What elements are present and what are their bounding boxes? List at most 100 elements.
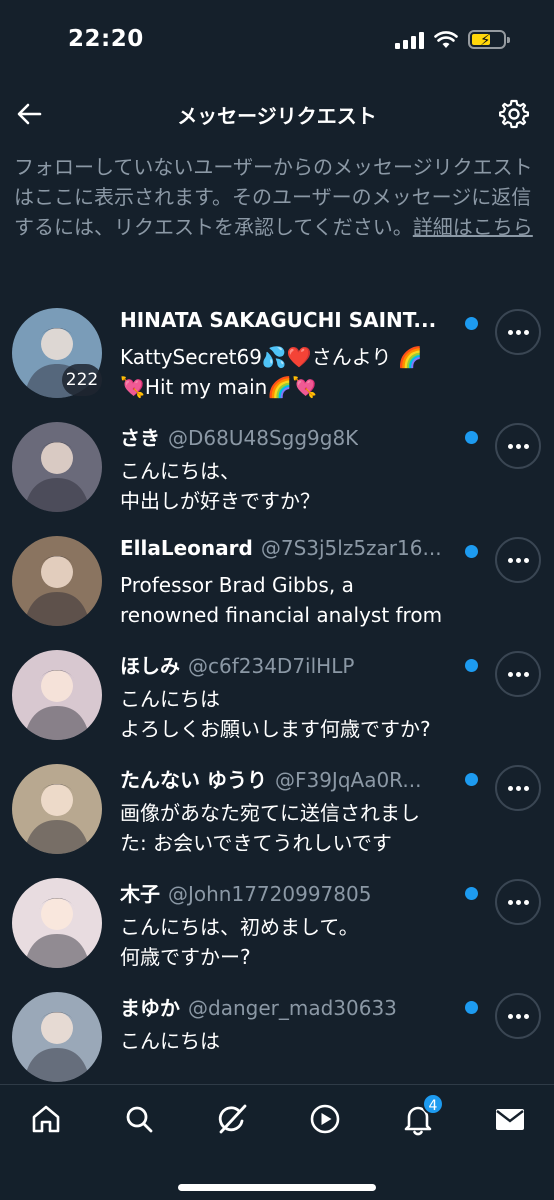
avatar-image xyxy=(12,878,102,968)
request-list: 222 HINATA SAKAGUCHI SAINT... KattySecre… xyxy=(0,300,554,1098)
intro-text: フォローしていないユーザーからのメッセージリクエストはここに表示されます。そのユ… xyxy=(14,152,540,242)
request-row[interactable]: まゆか @danger_mad30633 こんにちは xyxy=(0,984,554,1098)
sender-handle: @John17720997805 xyxy=(168,882,372,906)
request-row[interactable]: 222 HINATA SAKAGUCHI SAINT... KattySecre… xyxy=(0,300,554,414)
request-text: たんない ゆうり @F39JqAa0R... 画像があなた宛てに送信されまし た… xyxy=(120,764,470,858)
sender-name: 木子 xyxy=(120,882,160,906)
avatar-image xyxy=(12,650,102,740)
sender-handle: @danger_mad30633 xyxy=(188,996,397,1020)
more-options-button[interactable] xyxy=(495,423,541,469)
message-line-1: KattySecret69💦❤️さんより 🌈 xyxy=(120,345,423,369)
sender-handle: @c6f234D7ilHLP xyxy=(188,654,355,678)
more-options-button[interactable] xyxy=(495,879,541,925)
message-preview: KattySecret69💦❤️さんより 🌈 💘Hit my main🌈💘 xyxy=(120,342,470,402)
avatar-image xyxy=(12,764,102,854)
sender-handle: @D68U48Sgg9g8K xyxy=(168,426,359,450)
request-text: さき @D68U48Sgg9g8K こんにちは、 中出しが好きですか？ xyxy=(120,422,470,516)
nav-messages[interactable] xyxy=(488,1097,532,1141)
unread-dot xyxy=(465,545,478,558)
message-line-2: よろしくお願いします何歳ですか? xyxy=(120,717,431,741)
avatar-image xyxy=(12,536,102,626)
nav-notifications[interactable]: 4 xyxy=(396,1093,444,1141)
request-header: 木子 @John17720997805 xyxy=(120,878,470,912)
unread-dot xyxy=(465,317,478,330)
request-row[interactable]: ほしみ @c6f234D7ilHLP こんにちは よろしくお願いします何歳ですか… xyxy=(0,642,554,756)
notification-badge: 4 xyxy=(422,1093,444,1115)
grok-icon xyxy=(218,1104,247,1134)
avatar[interactable] xyxy=(12,764,102,854)
avatar[interactable] xyxy=(12,536,102,626)
message-preview: こんにちは よろしくお願いします何歳ですか? xyxy=(120,684,470,744)
message-preview: Professor Brad Gibbs, a renowned financi… xyxy=(120,570,470,630)
page-title: メッセージリクエスト xyxy=(177,104,377,128)
sender-name: ほしみ xyxy=(120,654,180,678)
sender-handle: @F39JqAa0R... xyxy=(274,768,422,792)
request-row[interactable]: 木子 @John17720997805 こんにちは、初めまして。 何歳ですかー? xyxy=(0,870,554,984)
message-line-2: 何歳ですかー? xyxy=(120,945,251,969)
request-header: たんない ゆうり @F39JqAa0R... xyxy=(120,764,470,798)
settings-button[interactable] xyxy=(498,98,530,130)
request-header: まゆか @danger_mad30633 xyxy=(120,992,470,1026)
message-line-1: こんにちは、初めまして。 xyxy=(120,915,359,939)
sender-name: まゆか xyxy=(120,996,180,1020)
request-row[interactable]: さき @D68U48Sgg9g8K こんにちは、 中出しが好きですか？ xyxy=(0,414,554,528)
message-line-1: こんにちは、 xyxy=(120,459,240,483)
sender-name: たんない ゆうり xyxy=(120,768,267,792)
wifi-icon xyxy=(434,30,458,48)
nav-home[interactable] xyxy=(24,1097,68,1141)
search-icon xyxy=(126,1106,153,1133)
avatar[interactable] xyxy=(12,992,102,1082)
learn-more-link[interactable]: 詳細はこちら xyxy=(413,215,533,239)
request-text: EllaLeonard @7S3j5lz5zar16... Professor … xyxy=(120,536,470,630)
status-time: 22:20 xyxy=(68,26,144,52)
request-header: さき @D68U48Sgg9g8K xyxy=(120,422,470,456)
more-options-button[interactable] xyxy=(495,537,541,583)
message-preview: こんにちは、 中出しが好きですか？ xyxy=(120,456,470,516)
unread-count-badge: 222 xyxy=(62,364,102,396)
sender-handle: @7S3j5lz5zar16... xyxy=(260,536,442,560)
request-header: HINATA SAKAGUCHI SAINT... xyxy=(120,308,470,342)
message-line-1: 画像があなた宛てに送信されまし xyxy=(120,801,420,825)
unread-dot xyxy=(465,431,478,444)
unread-dot xyxy=(465,1001,478,1014)
sender-name: EllaLeonard xyxy=(120,536,253,560)
request-row[interactable]: EllaLeonard @7S3j5lz5zar16... Professor … xyxy=(0,528,554,642)
unread-dot xyxy=(465,773,478,786)
request-row[interactable]: たんない ゆうり @F39JqAa0R... 画像があなた宛てに送信されまし た… xyxy=(0,756,554,870)
message-line-1: こんにちは xyxy=(120,1029,220,1053)
request-text: HINATA SAKAGUCHI SAINT... KattySecret69💦… xyxy=(120,308,470,402)
mail-icon xyxy=(496,1109,524,1130)
nav-search[interactable] xyxy=(117,1097,161,1141)
message-line-2: renowned financial analyst from xyxy=(120,603,443,627)
unread-dot xyxy=(465,659,478,672)
signal-icon xyxy=(395,31,424,49)
bottom-nav: 4 xyxy=(0,1084,554,1200)
status-icons: ⚡ xyxy=(395,30,510,49)
home-indicator xyxy=(178,1184,376,1191)
request-header: EllaLeonard @7S3j5lz5zar16... xyxy=(120,536,470,570)
home-icon xyxy=(32,1105,60,1133)
message-preview: 画像があなた宛てに送信されまし た: お会いできてうれしいです xyxy=(120,798,470,858)
message-preview: こんにちは、初めまして。 何歳ですかー? xyxy=(120,912,470,972)
more-options-button[interactable] xyxy=(495,651,541,697)
unread-dot xyxy=(465,887,478,900)
avatar[interactable] xyxy=(12,650,102,740)
sender-name: HINATA SAKAGUCHI SAINT... xyxy=(120,308,437,332)
message-line-2: た: お会いできてうれしいです xyxy=(120,831,392,855)
more-options-button[interactable] xyxy=(495,993,541,1039)
play-icon xyxy=(310,1104,340,1134)
request-header: ほしみ @c6f234D7ilHLP xyxy=(120,650,470,684)
avatar-image xyxy=(12,992,102,1082)
nav-video[interactable] xyxy=(303,1097,347,1141)
request-text: まゆか @danger_mad30633 こんにちは xyxy=(120,992,470,1086)
avatar-image xyxy=(12,422,102,512)
request-text: 木子 @John17720997805 こんにちは、初めまして。 何歳ですかー? xyxy=(120,878,470,972)
message-line-1: Professor Brad Gibbs, a xyxy=(120,573,354,597)
message-preview: こんにちは xyxy=(120,1026,470,1086)
header: メッセージリクエスト xyxy=(0,88,554,140)
avatar[interactable] xyxy=(12,878,102,968)
nav-grok[interactable] xyxy=(210,1097,254,1141)
more-options-button[interactable] xyxy=(495,765,541,811)
avatar[interactable] xyxy=(12,422,102,512)
more-options-button[interactable] xyxy=(495,309,541,355)
